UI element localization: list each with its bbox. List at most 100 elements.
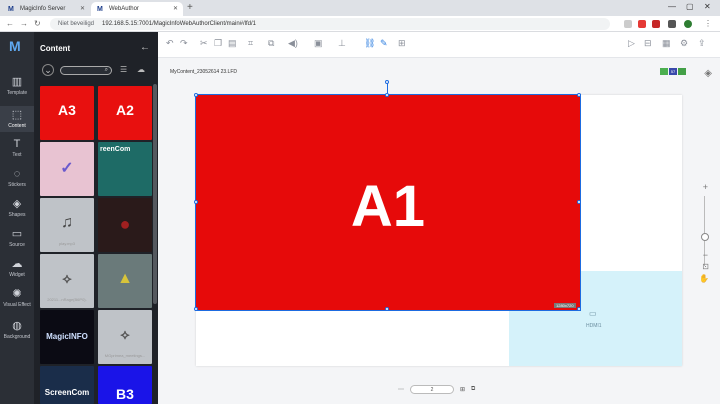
add-content-button[interactable]: ⌄ [42,64,54,76]
content-thumb[interactable]: ⟡ MGprimea_meetings... [98,310,152,364]
cut-icon[interactable]: ✂ [200,38,208,49]
app-logo: M [9,38,21,54]
resize-handle[interactable] [577,200,581,204]
zoom-out-icon[interactable]: − [703,250,708,260]
content-thumb[interactable]: ⟡ 20211...nRage(B6P0). [40,254,94,308]
maximize-icon[interactable]: ▢ [686,2,694,11]
panel-scrollbar[interactable] [153,84,157,304]
resize-handle[interactable] [385,307,389,311]
align-icon[interactable]: ⊥ [338,38,346,49]
status-badge [678,68,686,75]
image-edit-icon[interactable]: ▣ [314,38,323,49]
paste-icon[interactable]: ▤ [228,38,237,49]
window-close-icon[interactable]: ✕ [704,2,711,11]
canvas-area: MyContent_23052614 23.LFD 57 ◈ ▭ HDMI1 A… [158,58,720,404]
url-field[interactable]: Niet beveiligd 192.168.5.15:7001/MagicIn… [50,18,610,30]
play-icon[interactable]: ▷ [628,38,635,49]
content-thumb[interactable]: A3 [40,86,94,140]
collapse-panel-icon[interactable]: ← [140,42,150,53]
content-thumb[interactable]: ✓ [40,142,94,196]
content-thumb[interactable]: ▲ [98,254,152,308]
rail-item-source[interactable]: ▭ Source [0,228,34,248]
effect-icon: ✺ [12,288,22,300]
tab-close-icon[interactable]: ✕ [80,5,85,12]
rail-item-template[interactable]: ▥ Template [0,76,34,96]
extension-icon[interactable] [638,20,646,28]
image-thumb-icon: ▲ [117,270,133,287]
grid-icon[interactable]: ⊞ [398,38,406,49]
content-icon: ⬚ [11,109,23,121]
rail-item-background[interactable]: ◍ Background [0,320,34,340]
content-search-input[interactable]: ⌕ [60,66,112,75]
status-badge [660,68,668,75]
upload-icon[interactable]: ☁ [137,65,145,74]
content-thumb[interactable]: reenCom [98,142,152,196]
rail-item-visual-effect[interactable]: ✺ Visual Effect [0,288,34,308]
pan-hand-icon[interactable]: ✋ [699,274,709,283]
magicinfo-favicon-icon: M [97,5,103,13]
tab-webauthor[interactable]: M WebAuthor ✕ [91,2,183,16]
rail-item-stickers[interactable]: ◌ Stickers [0,168,34,188]
zoom-slider-knob[interactable] [701,233,709,241]
list-view-icon[interactable]: ☰ [120,65,127,74]
redo-icon[interactable]: ↷ [180,38,188,49]
settings-icon[interactable]: ⚙ [680,38,688,49]
copy-icon[interactable]: ❐ [214,38,222,49]
content-thumb[interactable]: ScreenCom [40,366,94,404]
open-folder-icon[interactable]: ⊟ [644,38,652,49]
profile-avatar[interactable] [684,20,692,28]
ruler-icon[interactable]: ✎ [380,38,388,49]
new-tab-button[interactable]: + [187,2,193,13]
tab-close-icon[interactable]: ✕ [173,5,178,12]
monitor-icon: ▭ [589,309,597,318]
browser-menu-icon[interactable]: ⋮ [704,19,712,28]
tab-magicinfo-server[interactable]: M MagicInfo Server ✕ [2,2,90,16]
resize-handle[interactable] [577,307,581,311]
extension-icon[interactable] [652,20,660,28]
page-selector[interactable]: 2 [410,384,454,394]
layers-icon[interactable]: ◈ [704,68,712,79]
back-icon[interactable]: ← [6,19,14,28]
content-thumb[interactable]: ● [98,198,152,252]
volume-icon[interactable]: ◀) [288,38,298,49]
add-page-icon[interactable]: ⊞ [460,386,465,393]
save-icon[interactable]: ▦ [662,38,671,49]
rail-item-content[interactable]: ⬚ Content [0,106,34,132]
arrange-icon[interactable]: ⧉ [268,38,274,49]
zoom-in-icon[interactable]: + [703,182,708,192]
minimize-icon[interactable]: — [668,2,676,11]
content-thumb[interactable]: B3 [98,366,152,404]
forward-icon[interactable]: → [20,19,28,28]
tool-rail: M ▥ Template ⬚ Content T Text ◌ Stickers… [0,32,34,404]
resize-handle[interactable] [577,93,581,97]
selected-content-a1[interactable]: A1 [195,94,581,311]
extension-icon[interactable] [624,20,632,28]
crop-icon[interactable]: ⌗ [248,38,253,49]
rail-item-shapes[interactable]: ◈ Shapes [0,198,34,218]
resize-handle[interactable] [194,93,198,97]
browser-tabbar: M MagicInfo Server ✕ M WebAuthor ✕ + — ▢… [0,0,720,16]
content-thumb[interactable]: MagicINFO [40,310,94,364]
content-panel: Content ← ⌄ ⌕ ☰ ☁ A3 A2 ✓ reenCom ♫ play… [34,32,158,404]
content-thumb[interactable]: ♫ play.mp3 [40,198,94,252]
content-label: A1 [350,174,426,239]
rotate-handle[interactable] [385,80,389,84]
design-canvas[interactable]: ▭ HDMI1 A1 1280x720 [194,80,682,366]
size-tag: 1280x720 [554,303,576,308]
extension-icon[interactable] [668,20,676,28]
resize-handle[interactable] [194,200,198,204]
export-icon[interactable]: ⇪ [698,38,706,49]
fit-screen-icon[interactable]: ⊡ [702,262,709,271]
copy-page-icon[interactable]: ⧉ [471,386,475,393]
rail-item-widget[interactable]: ☁ Widget [0,258,34,278]
undo-icon[interactable]: ↶ [166,38,174,49]
content-thumb[interactable]: A2 [98,86,152,140]
page-dots-icon[interactable]: ⋯ [398,386,404,393]
source-icon: ▭ [11,228,23,240]
reload-icon[interactable]: ↻ [34,19,41,28]
resize-handle[interactable] [385,93,389,97]
resize-handle[interactable] [194,307,198,311]
link-icon[interactable]: ⛓ [364,38,375,49]
search-icon: ⌕ [104,67,108,73]
rail-item-text[interactable]: T Text [0,138,34,158]
